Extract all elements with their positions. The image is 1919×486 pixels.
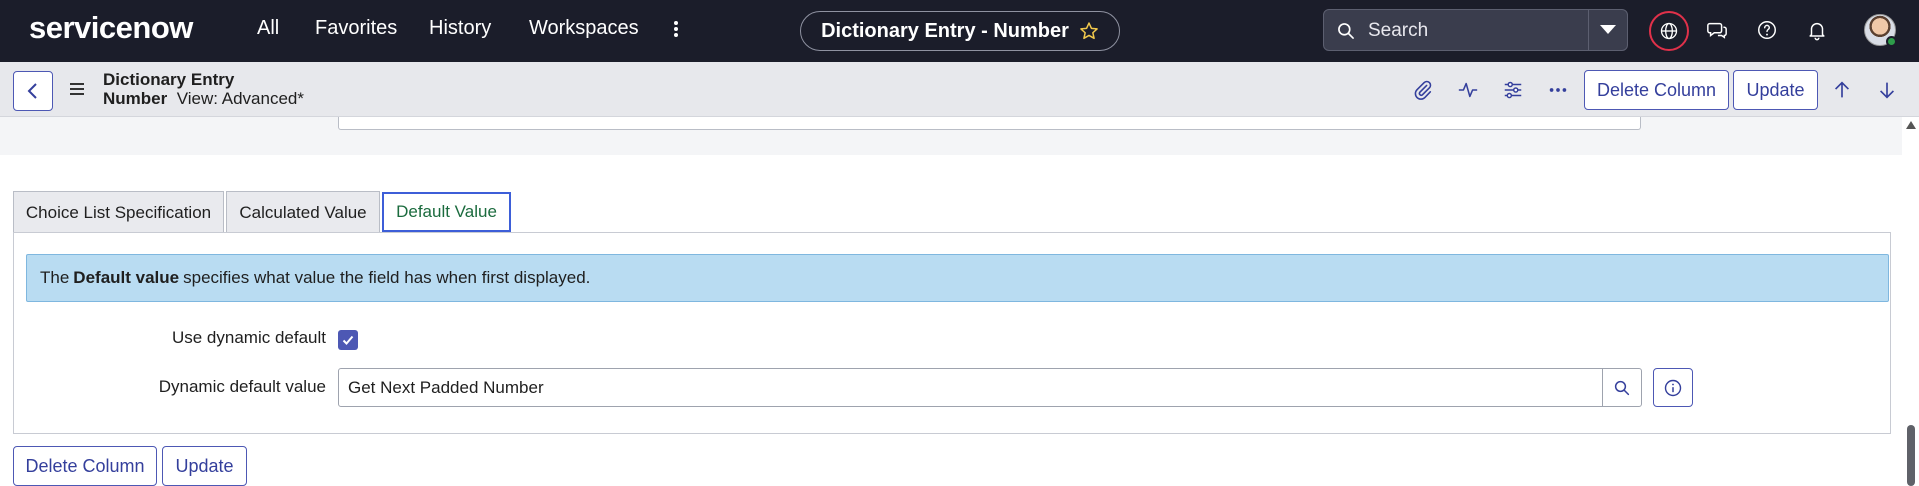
form-title-line1: Dictionary Entry <box>103 70 235 89</box>
user-avatar[interactable] <box>1864 14 1897 47</box>
info-bold-term: Default value <box>73 268 180 287</box>
info-prefix: The <box>40 268 70 287</box>
chat-icon[interactable] <box>1706 19 1730 43</box>
nav-all[interactable]: All <box>257 17 279 40</box>
search-divider <box>1588 10 1589 50</box>
previous-field-input[interactable] <box>338 117 1641 130</box>
globe-icon[interactable] <box>1649 11 1689 51</box>
servicenow-logo[interactable]: servicenow <box>29 10 193 46</box>
lookup-button[interactable] <box>1602 368 1642 407</box>
search-icon <box>1336 21 1356 46</box>
arrow-up-icon[interactable] <box>1831 79 1853 101</box>
form-view-label[interactable]: View: Advanced* <box>177 89 304 108</box>
delete-column-button[interactable]: Delete Column <box>1584 70 1729 110</box>
footer-delete-column-button[interactable]: Delete Column <box>13 446 157 486</box>
menu-icon[interactable] <box>70 83 84 98</box>
record-title: Dictionary Entry - Number <box>821 19 1069 42</box>
form-header: Dictionary Entry Number View: Advanced* … <box>0 62 1919 117</box>
record-title-pill[interactable]: Dictionary Entry - Number <box>800 11 1120 51</box>
dynamic-default-value-label: Dynamic default value <box>158 377 326 396</box>
scrollbar-thumb[interactable] <box>1907 425 1915 486</box>
back-icon <box>27 83 37 99</box>
search-icon <box>1614 380 1630 395</box>
form-title-line2: Number View: Advanced* <box>103 89 304 109</box>
use-dynamic-default-checkbox[interactable] <box>338 330 358 350</box>
back-button[interactable] <box>13 71 53 111</box>
update-button[interactable]: Update <box>1733 70 1818 110</box>
tab-choice-list-specification[interactable]: Choice List Specification <box>13 191 224 233</box>
info-suffix: specifies what value the field has when … <box>183 268 591 287</box>
star-icon[interactable] <box>1079 21 1099 41</box>
info-icon <box>1664 379 1682 396</box>
scroll-up-arrow[interactable] <box>1906 121 1916 129</box>
nav-favorites[interactable]: Favorites <box>315 17 397 40</box>
reference-info-button[interactable] <box>1653 368 1693 407</box>
top-navigation-bar: servicenow All Favorites History Workspa… <box>0 0 1919 62</box>
help-icon[interactable] <box>1756 19 1780 43</box>
attachment-icon[interactable] <box>1412 79 1434 101</box>
more-horizontal-icon[interactable] <box>1547 79 1569 101</box>
arrow-down-icon[interactable] <box>1876 79 1898 101</box>
nav-workspaces[interactable]: Workspaces <box>529 17 639 40</box>
checkmark-icon <box>342 335 354 345</box>
nav-history[interactable]: History <box>429 17 491 40</box>
tab-calculated-value[interactable]: Calculated Value <box>226 191 380 233</box>
dynamic-default-value-input[interactable]: Get Next Padded Number <box>338 368 1603 407</box>
use-dynamic-default-label: Use dynamic default <box>171 328 326 347</box>
online-status-dot <box>1886 36 1897 47</box>
chevron-down-icon[interactable] <box>1600 25 1616 34</box>
tab-default-value[interactable]: Default Value <box>382 192 511 232</box>
form-title-record: Number <box>103 89 168 108</box>
global-search[interactable]: Search <box>1323 9 1628 51</box>
settings-icon[interactable] <box>1502 79 1524 101</box>
bell-icon[interactable] <box>1806 19 1830 43</box>
search-input[interactable]: Search <box>1368 20 1428 42</box>
activity-icon[interactable] <box>1457 79 1479 101</box>
info-message: The Default value specifies what value t… <box>26 254 1889 302</box>
footer-update-button[interactable]: Update <box>162 446 247 486</box>
more-vertical-icon[interactable] <box>666 19 686 39</box>
